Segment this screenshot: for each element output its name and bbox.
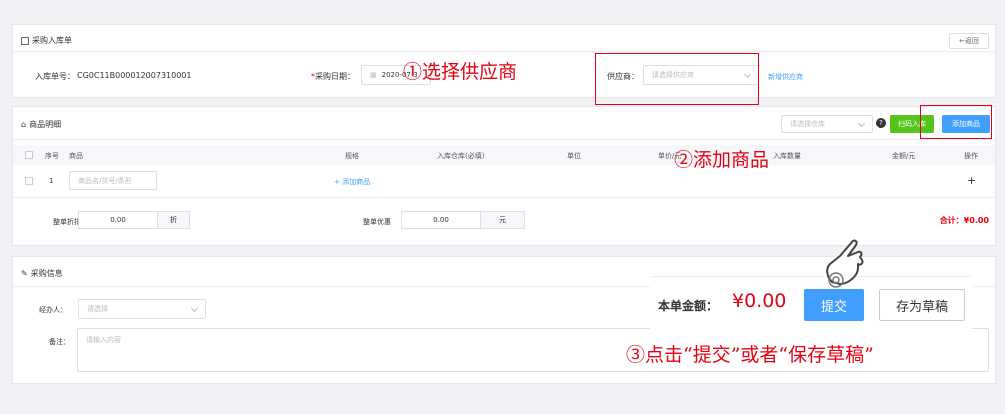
amount-label: 本单金额： <box>658 299 719 313</box>
annotation-step1: ①选择供应商 <box>403 61 518 83</box>
divider <box>13 51 995 52</box>
calendar-icon: ▦ <box>370 71 377 79</box>
col-amount: 金额/元 <box>892 152 916 160</box>
page-title-text: 采购入库单 <box>32 36 72 45</box>
submit-button[interactable]: 提交 <box>804 289 864 321</box>
warehouse-select[interactable]: 请选择仓库 <box>781 115 873 133</box>
chevron-down-icon <box>857 119 866 128</box>
table-header: 序号 商品 规格 入库仓库(必填) 单位 单价/元 入库数量 金额/元 操作 <box>13 145 995 165</box>
divider <box>13 139 995 140</box>
purchase-info-title-text: 采购信息 <box>30 269 63 278</box>
offer-unit: 元 <box>481 211 525 229</box>
discount-unit: 折 <box>158 211 190 229</box>
col-index: 序号 <box>45 152 59 160</box>
total-amount: 合计：¥0.00 <box>939 216 989 225</box>
edit-icon: ✎ <box>21 269 28 278</box>
offer-label: 整单优惠 <box>363 218 391 226</box>
handler-select[interactable]: 请选择 <box>78 299 206 319</box>
col-unit: 单位 <box>567 152 581 160</box>
pointing-hand-icon <box>826 239 864 288</box>
col-goods: 商品 <box>69 152 83 160</box>
goods-search-placeholder: 商品名/货号/条形 <box>78 176 132 185</box>
list-icon <box>21 36 29 45</box>
handler-label: 经办人： <box>39 306 67 314</box>
add-supplier-link[interactable]: 新增供应商 <box>768 72 803 82</box>
help-icon[interactable]: ? <box>876 118 886 128</box>
bag-icon: ⌂ <box>21 120 27 129</box>
goods-title-text: 商品明细 <box>29 120 62 129</box>
remark-label: 备注： <box>49 338 70 346</box>
goods-search-input[interactable]: 商品名/货号/条形 <box>69 171 157 190</box>
offer-input[interactable]: 0.00 <box>401 211 481 229</box>
row-checkbox[interactable] <box>25 177 33 185</box>
discount-label: 整单折扣 <box>53 218 81 226</box>
annotation-step3: ③点击“提交”或者“保存草稿” <box>626 344 874 366</box>
col-warehouse: 入库仓库(必填) <box>437 152 485 160</box>
divider <box>13 197 995 198</box>
row-index: 1 <box>49 177 54 185</box>
order-no-value: CG0C11B000012007310001 <box>77 71 192 80</box>
warehouse-placeholder: 请选择仓库 <box>790 120 825 128</box>
col-spec: 规格 <box>345 152 359 160</box>
col-op: 操作 <box>964 152 978 160</box>
handler-placeholder: 请选择 <box>87 305 108 313</box>
discount-input[interactable]: 0.00 <box>78 211 158 229</box>
goods-section-title: ⌂ 商品明细 <box>21 119 61 130</box>
chevron-down-icon <box>190 304 199 313</box>
add-goods-highlight-box <box>920 105 992 139</box>
table-row: 1 商品名/货号/条形 + 添加商品 + <box>13 165 995 197</box>
back-button[interactable]: ←返回 <box>949 33 989 49</box>
purchase-info-title: ✎ 采购信息 <box>21 268 63 279</box>
add-goods-link[interactable]: + 添加商品 <box>334 177 370 187</box>
col-qty: 入库数量 <box>773 152 801 160</box>
select-all-checkbox[interactable] <box>25 151 33 159</box>
order-no-label: 入库单号： <box>35 72 75 81</box>
goods-detail-card: ⌂ 商品明细 请选择仓库 ? 扫码入库 添加商品 序号 商品 规格 入库仓库(必… <box>12 106 996 246</box>
save-draft-button[interactable]: 存为草稿 <box>879 289 965 321</box>
add-row-button[interactable]: + <box>967 174 976 187</box>
supplier-highlight-box <box>595 53 759 105</box>
date-label: *采购日期： <box>311 72 355 81</box>
page-title: 采购入库单 <box>21 35 72 46</box>
annotation-step2: ②添加商品 <box>674 149 770 171</box>
amount-value: ¥0.00 <box>732 290 787 312</box>
